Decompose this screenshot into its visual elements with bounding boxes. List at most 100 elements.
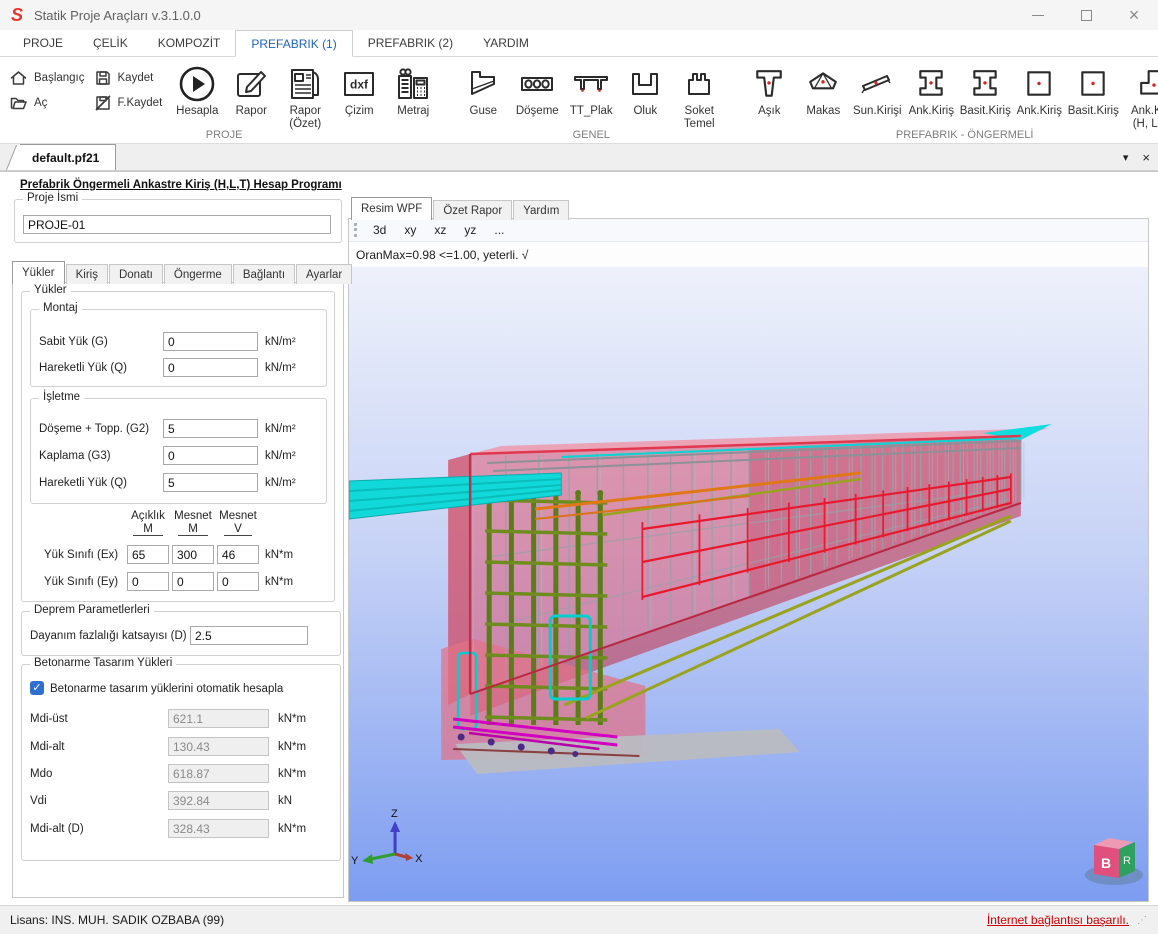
truss-icon	[807, 68, 839, 100]
ank-kiris-i-button[interactable]: Ank.Kiriş	[908, 63, 954, 118]
ribbon-group-label: PROJE	[0, 129, 448, 141]
view-xz-button[interactable]: xz	[425, 223, 455, 237]
tab-prefabrik-2[interactable]: PREFABRIK (2)	[353, 30, 468, 56]
tab-resim-wpf[interactable]: Resim WPF	[351, 197, 432, 220]
tab-ongerme[interactable]: Öngerme	[164, 264, 232, 284]
resize-grip-icon[interactable]: ⋰	[1137, 915, 1148, 926]
basit-kiris-i-button[interactable]: Basit.Kiriş	[962, 63, 1008, 118]
yuk-sinifi-ey-mesnet-v-input[interactable]	[217, 572, 259, 591]
viewport-3d[interactable]: Z Y X B R	[349, 267, 1148, 901]
field-label: Hareketli Yük (Q)	[39, 477, 127, 489]
baslangic-button[interactable]: Başlangıç	[10, 70, 85, 86]
mdi-ust-field	[168, 709, 269, 728]
double-tee-icon	[573, 69, 609, 99]
rapor-button[interactable]: Rapor	[228, 63, 274, 118]
field-label: Mdi-alt	[30, 741, 65, 753]
ac-button[interactable]: Aç	[10, 95, 85, 111]
item-label: Kaydet	[118, 72, 154, 84]
soket-temel-button[interactable]: Soket Temel	[676, 63, 722, 131]
close-button[interactable]: ×	[1110, 0, 1158, 30]
tab-celik[interactable]: ÇELİK	[78, 30, 143, 56]
tab-yukler[interactable]: Yükler	[12, 261, 65, 284]
tab-kiris[interactable]: Kiriş	[66, 264, 108, 284]
proje-ismi-input[interactable]	[23, 215, 331, 234]
tab-list-dropdown-icon[interactable]: ▾	[1123, 151, 1129, 164]
viewer-body: 3d xy xz yz ... OranMax=0.98 <=1.00, yet…	[348, 218, 1149, 902]
ank-kiris-hlt-button[interactable]: Ank.Kiriş (H, L, T)	[1124, 63, 1158, 131]
sun-kirisi-button[interactable]: Sun.Kirişi	[854, 63, 900, 118]
ttplak-button[interactable]: TT_Plak	[568, 63, 614, 118]
3d-beam-model[interactable]: Z Y X B R	[349, 267, 1148, 901]
play-circle-icon	[178, 65, 216, 103]
rapor-ozet-button[interactable]: Rapor (Özet)	[282, 63, 328, 131]
page-title: Prefabrik Öngermeli Ankastre Kiriş (H,L,…	[20, 179, 342, 191]
sabit-yuk-input[interactable]	[163, 332, 258, 351]
fkaydet-button[interactable]: F.Kaydet	[95, 95, 163, 111]
axis-z-label: Z	[391, 808, 398, 820]
doseme-button[interactable]: Döşeme	[514, 63, 560, 118]
tab-baglanti[interactable]: Bağlantı	[233, 264, 295, 284]
document-close-icon[interactable]: ×	[1142, 150, 1150, 165]
tab-ozet-rapor[interactable]: Özet Rapor	[433, 200, 512, 220]
dayanim-katsayisi-input[interactable]	[190, 626, 308, 645]
document-tab[interactable]: default.pf21	[20, 144, 116, 170]
yuk-sinifi-ex-mesnet-m-input[interactable]	[172, 545, 214, 564]
makas-button[interactable]: Makas	[800, 63, 846, 118]
edit-report-icon	[233, 66, 269, 102]
basit-kiris-square-button[interactable]: Basit.Kiriş	[1070, 63, 1116, 118]
tab-donati[interactable]: Donatı	[109, 264, 163, 284]
calculator-icon	[395, 66, 431, 102]
column-header-aciklik-m: AçıklıkM	[125, 510, 171, 536]
ank-kiris-square-button[interactable]: Ank.Kiriş	[1016, 63, 1062, 118]
axis-y-label: Y	[351, 855, 359, 867]
tab-yardim[interactable]: Yardım	[513, 200, 569, 220]
kaydet-button[interactable]: Kaydet	[95, 70, 163, 86]
yuk-sinifi-ex-mesnet-v-input[interactable]	[217, 545, 259, 564]
yuk-sinifi-ex-aciklik-input[interactable]	[127, 545, 169, 564]
kaplama-input[interactable]	[163, 446, 258, 465]
yuk-sinifi-ey-aciklik-input[interactable]	[127, 572, 169, 591]
item-label: Döşeme	[516, 105, 559, 118]
square-section-icon	[1077, 68, 1109, 100]
metraj-button[interactable]: Metraj	[390, 63, 436, 118]
hareketli-yuk-montaj-input[interactable]	[163, 358, 258, 377]
yuk-sinifi-ey-mesnet-m-input[interactable]	[172, 572, 214, 591]
view-more-button[interactable]: ...	[485, 223, 513, 237]
guse-button[interactable]: Guse	[460, 63, 506, 118]
view-xy-button[interactable]: xy	[395, 223, 425, 237]
mdi-alt-field	[168, 737, 269, 756]
item-label: Makas	[806, 105, 840, 118]
item-label: Soket Temel	[676, 105, 722, 131]
field-label: Mdi-alt (D)	[30, 823, 84, 835]
asik-button[interactable]: Aşık	[746, 63, 792, 118]
unit-label: kN*m	[278, 713, 306, 725]
hesapla-button[interactable]: Hesapla	[174, 63, 220, 118]
tab-yardim[interactable]: YARDIM	[468, 30, 544, 56]
view-3d-button[interactable]: 3d	[364, 223, 395, 237]
title-bar: S Statik Proje Araçları v.3.1.0.0 ×	[0, 0, 1158, 30]
yukler-tab-page: Yükler Montaj Sabit Yük (G) kN/m² Hareke…	[12, 282, 344, 898]
tab-kompozit[interactable]: KOMPOZİT	[143, 30, 236, 56]
toolbar-grip-icon[interactable]	[354, 223, 357, 237]
doseme-topp-input[interactable]	[163, 419, 258, 438]
internet-status-link[interactable]: İnternet bağlantısı başarılı.	[987, 913, 1129, 927]
ribbon-group-label: PREFABRIK - ÖNGERMELİ	[734, 129, 1158, 141]
hareketli-yuk-isletme-input[interactable]	[163, 473, 258, 492]
maximize-button[interactable]	[1062, 0, 1110, 30]
view-yz-button[interactable]: yz	[455, 223, 485, 237]
item-label: TT_Plak	[570, 105, 613, 118]
item-label: Ank.Kiriş	[1017, 105, 1062, 118]
field-label: Kaplama (G3)	[39, 450, 111, 462]
field-label: Yük Sınıfı (Ey)	[44, 576, 118, 588]
field-label: Dayanım fazlalığı katsayısı (D)	[30, 630, 187, 642]
minimize-button[interactable]	[1014, 0, 1062, 30]
cizim-button[interactable]: dxf Çizim	[336, 63, 382, 118]
item-label: Ank.Kiriş (H, L, T)	[1124, 105, 1158, 131]
app-window: { "window": { "title": "Statik Proje Ara…	[0, 0, 1158, 934]
oluk-button[interactable]: Oluk	[622, 63, 668, 118]
tab-ayarlar[interactable]: Ayarlar	[296, 264, 352, 284]
otomatik-hesapla-checkbox[interactable]: ✓	[30, 681, 44, 695]
tab-prefabrik-1[interactable]: PREFABRIK (1)	[235, 30, 352, 57]
tab-proje[interactable]: PROJE	[8, 30, 78, 56]
corbel-icon	[466, 68, 500, 100]
